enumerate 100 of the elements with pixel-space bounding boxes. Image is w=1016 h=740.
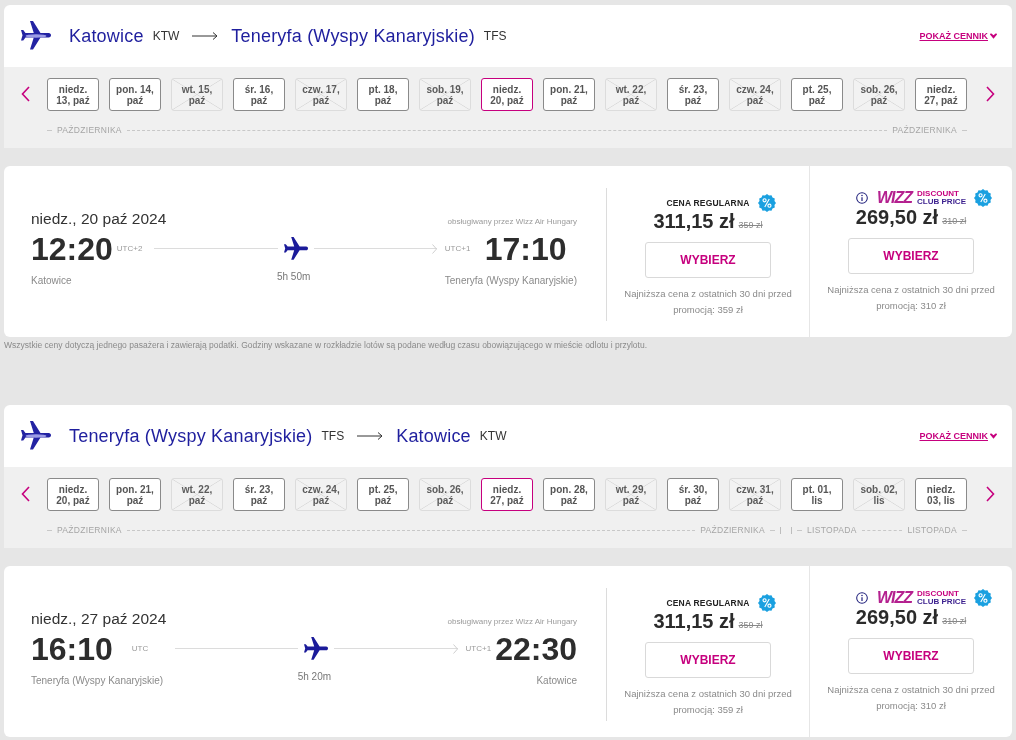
airport-code: KTW xyxy=(152,29,180,43)
percent-badge-icon xyxy=(757,594,776,612)
destination-city: Teneryfa (Wyspy Kanaryjskie) xyxy=(231,25,475,47)
date-option[interactable]: niedz. 03, lis xyxy=(915,478,967,511)
flight-duration: 5h 50m xyxy=(276,270,311,282)
date-option[interactable]: niedz. 27, paź xyxy=(915,78,967,111)
destination-city: Katowice xyxy=(396,425,471,447)
info-icon[interactable] xyxy=(856,592,868,604)
fare-price: 311,15 zł xyxy=(653,611,735,632)
month-label: PAŹDZIERNIKA xyxy=(892,125,957,135)
date-option[interactable]: niedz. 13, paź xyxy=(47,78,99,111)
date-option[interactable]: wt. 15, paź xyxy=(171,78,223,111)
departure-city: Katowice xyxy=(31,273,72,286)
date-option[interactable]: niedz. 20, paź xyxy=(47,478,99,511)
old-price: 359 zł xyxy=(738,620,763,630)
departure-time: 12:20 xyxy=(31,230,113,267)
logo-text: DISCOUNT xyxy=(917,589,960,598)
fare-price: 269,50 zł xyxy=(855,607,939,628)
price-note: Najniższa cena z ostatnich 30 dni przed promocją: 359 zł xyxy=(623,287,793,317)
chevron-left-icon[interactable] xyxy=(21,86,30,102)
price-note: Najniższa cena z ostatnich 30 dni przed promocją: 359 zł xyxy=(623,687,793,717)
timezone-label: UTC+2 xyxy=(116,244,143,253)
date-option[interactable]: czw. 31, paź xyxy=(729,478,781,511)
operator-note: obsługiwany przez Wizz Air Hungary xyxy=(447,216,577,226)
date-option[interactable]: sob. 19, paź xyxy=(419,78,471,111)
date-option[interactable]: czw. 17, paź xyxy=(295,78,347,111)
logo-text: CLUB PRICE xyxy=(917,198,966,207)
chevron-left-icon[interactable] xyxy=(21,486,30,502)
price-list-link[interactable]: POKAŻ CENNIK xyxy=(919,431,997,441)
airport-code: TFS xyxy=(321,429,345,443)
date-option[interactable]: sob. 02, lis xyxy=(853,478,905,511)
flight-date: niedz., 20 paź 2024 xyxy=(31,209,167,228)
date-option[interactable]: niedz. 20, paź xyxy=(481,78,533,111)
date-option[interactable]: pon. 21, paź xyxy=(109,478,161,511)
percent-badge-icon xyxy=(974,189,992,207)
date-option[interactable]: pt. 01, lis xyxy=(791,478,843,511)
old-price: 310 zł xyxy=(942,616,967,626)
old-price: 310 zł xyxy=(942,216,967,226)
date-option[interactable]: śr. 30, paź xyxy=(667,478,719,511)
arrowhead-icon xyxy=(452,643,458,654)
origin-city: Katowice xyxy=(69,25,144,47)
arrival-time: 22:30 xyxy=(495,630,577,667)
caret-icon[interactable] xyxy=(990,33,997,39)
date-option[interactable]: wt. 22, paź xyxy=(171,478,223,511)
date-option[interactable]: pt. 18, paź xyxy=(357,78,409,111)
date-option[interactable]: pon. 28, paź xyxy=(543,478,595,511)
caret-icon[interactable] xyxy=(990,433,997,439)
arrowhead-icon xyxy=(431,243,437,254)
arrival-time: 17:10 xyxy=(484,230,568,267)
origin-city: Teneryfa (Wyspy Kanaryjskie) xyxy=(69,425,313,447)
fare-price: 311,15 zł xyxy=(653,211,735,232)
logo-text: DISCOUNT xyxy=(917,189,960,198)
arrow-icon xyxy=(357,431,384,441)
plane-icon xyxy=(304,636,329,661)
operator-note: obsługiwany przez Wizz Air Hungary xyxy=(447,616,577,626)
date-option[interactable]: śr. 23, paź xyxy=(233,478,285,511)
date-option[interactable]: pt. 25, paź xyxy=(791,78,843,111)
timezone-label: UTC+1 xyxy=(465,644,492,653)
select-button[interactable]: WYBIERZ xyxy=(848,638,974,674)
flight-duration: 5h 20m xyxy=(297,670,332,682)
price-list-link[interactable]: POKAŻ CENNIK xyxy=(919,31,997,41)
date-option[interactable]: czw. 24, paź xyxy=(729,78,781,111)
select-button[interactable]: WYBIERZ xyxy=(848,238,974,274)
fare-price: 269,50 zł xyxy=(855,207,939,228)
month-label: PAŹDZIERNIKA xyxy=(57,525,122,535)
month-label: LISTOPADA xyxy=(807,525,857,535)
select-button[interactable]: WYBIERZ xyxy=(645,242,771,278)
old-price: 359 zł xyxy=(738,220,763,230)
logo-text: CLUB PRICE xyxy=(917,598,966,607)
month-label: LISTOPADA xyxy=(907,525,957,535)
date-option[interactable]: śr. 23, paź xyxy=(667,78,719,111)
date-option[interactable]: sob. 26, paź xyxy=(419,478,471,511)
date-option[interactable]: czw. 24, paź xyxy=(295,478,347,511)
arrow-icon xyxy=(192,31,219,41)
logo-wordmark: WIZZ xyxy=(877,589,913,607)
fare-title: CENA REGULARNA xyxy=(666,598,750,608)
timezone-label: UTC xyxy=(131,644,150,653)
date-option[interactable]: wt. 22, paź xyxy=(605,78,657,111)
month-label: PAŹDZIERNIKA xyxy=(700,525,765,535)
plane-icon xyxy=(283,236,308,261)
departure-city: Teneryfa (Wyspy Kanaryjskie) xyxy=(31,673,164,686)
date-option[interactable]: niedz. 27, paź xyxy=(481,478,533,511)
date-option[interactable]: pon. 21, paź xyxy=(543,78,595,111)
chevron-right-icon[interactable] xyxy=(986,86,995,102)
departure-time: 16:10 xyxy=(31,630,114,667)
price-note: Najniższa cena z ostatnich 30 dni przed promocją: 310 zł xyxy=(826,683,996,713)
fare-title: CENA REGULARNA xyxy=(666,198,750,208)
chevron-right-icon[interactable] xyxy=(986,486,995,502)
info-icon[interactable] xyxy=(856,192,868,204)
select-button[interactable]: WYBIERZ xyxy=(645,642,771,678)
airport-code: TFS xyxy=(483,29,507,43)
date-option[interactable]: pt. 25, paź xyxy=(357,478,409,511)
date-option[interactable]: sob. 26, paź xyxy=(853,78,905,111)
date-option[interactable]: śr. 16, paź xyxy=(233,78,285,111)
percent-badge-icon xyxy=(974,589,992,607)
airport-code: KTW xyxy=(479,429,507,443)
date-option[interactable]: wt. 29, paź xyxy=(605,478,657,511)
plane-icon xyxy=(21,421,51,451)
footnote: Wszystkie ceny dotyczą jednego pasażera i zawierają podatki. Godziny wskazane w rozkładzie lotów są podane według czasu obowiązującego w mieście odlotu i przylotu. xyxy=(4,339,649,351)
date-option[interactable]: pon. 14, paź xyxy=(109,78,161,111)
